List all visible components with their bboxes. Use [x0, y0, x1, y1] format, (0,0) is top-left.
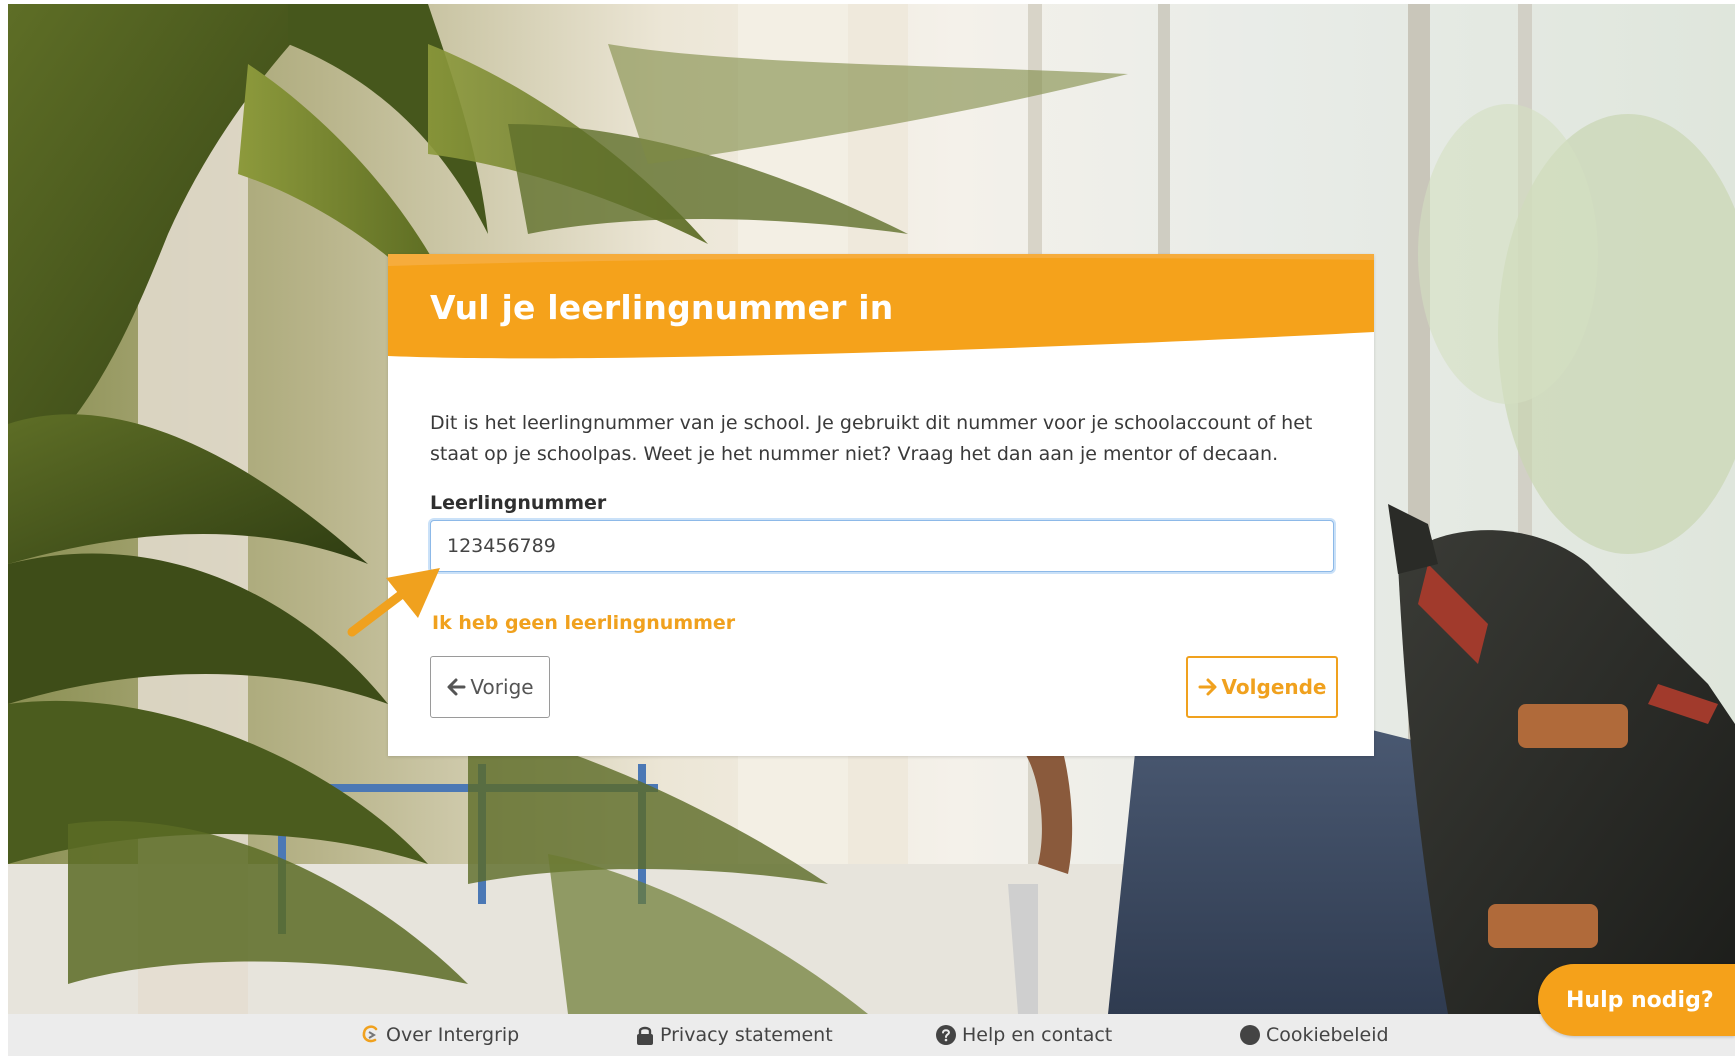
- circle-icon: [1240, 1025, 1260, 1045]
- footer-link-label: Privacy statement: [660, 1024, 833, 1046]
- next-button-label: Volgende: [1221, 675, 1327, 699]
- question-circle-icon: [936, 1025, 956, 1045]
- footer-link-label: Over Intergrip: [386, 1024, 520, 1046]
- card-header: Vul je leerlingnummer in: [388, 254, 1374, 366]
- footer: Over Intergrip Privacy statement Help en…: [8, 1014, 1735, 1056]
- footer-link-label: Cookiebeleid: [1266, 1024, 1389, 1046]
- footer-link-help-contact[interactable]: Help en contact: [936, 1020, 1112, 1050]
- footer-link-privacy[interactable]: Privacy statement: [636, 1020, 833, 1050]
- footer-link-label: Help en contact: [962, 1024, 1113, 1046]
- student-number-label: Leerlingnummer: [430, 492, 607, 514]
- intergrip-logo-icon: [360, 1024, 380, 1046]
- next-button[interactable]: Volgende: [1186, 656, 1338, 718]
- arrow-left-icon: [446, 677, 466, 697]
- footer-link-over-intergrip[interactable]: Over Intergrip: [360, 1020, 519, 1050]
- page-title: Vul je leerlingnummer in: [430, 288, 894, 327]
- page-viewport: Vul je leerlingnummer in Dit is het leer…: [8, 4, 1735, 1056]
- student-number-card: Vul je leerlingnummer in Dit is het leer…: [388, 254, 1374, 756]
- previous-button[interactable]: Vorige: [430, 656, 550, 718]
- previous-button-label: Vorige: [470, 675, 534, 699]
- help-button[interactable]: Hulp nodig?: [1538, 964, 1735, 1036]
- card-description: Dit is het leerlingnummer van je school.…: [430, 412, 1313, 465]
- lock-icon: [636, 1025, 654, 1045]
- no-student-number-link[interactable]: Ik heb geen leerlingnummer: [432, 612, 735, 634]
- arrow-right-icon: [1198, 677, 1218, 697]
- annotation-arrow-icon: [344, 560, 444, 644]
- student-number-input[interactable]: [430, 520, 1334, 572]
- footer-link-cookies[interactable]: Cookiebeleid: [1240, 1020, 1389, 1050]
